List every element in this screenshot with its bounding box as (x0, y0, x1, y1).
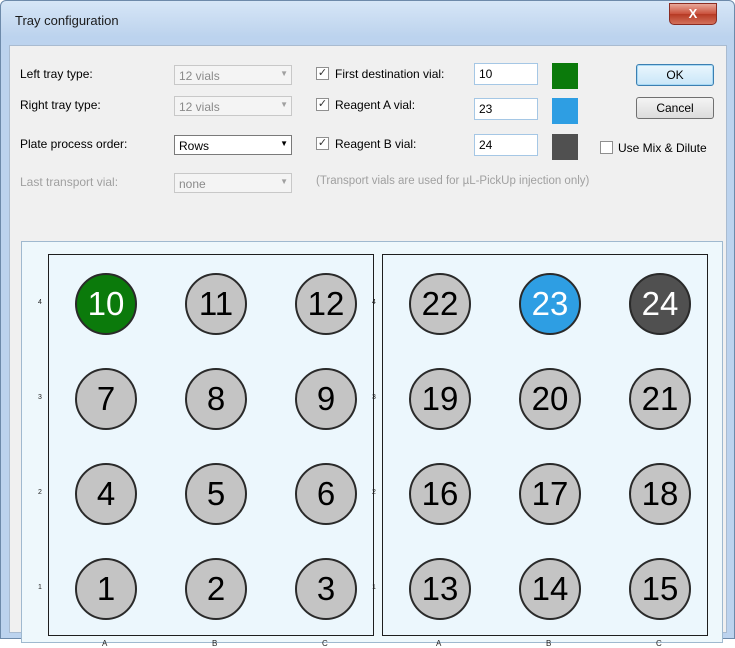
transport-note: (Transport vials are used for µL-PickUp … (316, 175, 590, 187)
tray-area: 10 11 12 7 8 9 4 5 6 1 2 3 22 23 24 19 20 21 16 17 18 13 14 15… (21, 241, 723, 648)
last-transport-vial-value: none (179, 177, 206, 191)
chevron-down-icon: ▼ (280, 69, 288, 78)
left-tray-row-label: 4 (38, 299, 42, 306)
vial-5[interactable]: 5 (185, 463, 247, 525)
title-bar[interactable]: Tray configuration X (1, 1, 734, 41)
vial-15[interactable]: 15 (629, 558, 691, 620)
vial-13[interactable]: 13 (409, 558, 471, 620)
tray-configuration-dialog: Tray configuration X Left tray type: 12 … (0, 0, 735, 648)
vial-9[interactable]: 9 (295, 368, 357, 430)
chevron-down-icon: ▼ (280, 100, 288, 109)
vial-7[interactable]: 7 (75, 368, 137, 430)
reagent-a-color-swatch[interactable] (552, 98, 578, 124)
right-tray-column-label: C (656, 639, 662, 648)
vial-11[interactable]: 11 (185, 273, 247, 335)
first-destination-input[interactable]: 10 (474, 63, 538, 85)
first-destination-checkbox[interactable]: ✓ (316, 67, 329, 80)
cancel-button[interactable]: Cancel (636, 97, 714, 119)
vial-18[interactable]: 18 (629, 463, 691, 525)
left-tray-row-label: 2 (38, 489, 42, 496)
chevron-down-icon: ▼ (280, 177, 288, 186)
vial-24[interactable]: 24 (629, 273, 691, 335)
left-tray-type-select[interactable]: 12 vials ▼ (174, 65, 292, 85)
right-tray-type-label: Right tray type: (20, 98, 101, 112)
vial-8[interactable]: 8 (185, 368, 247, 430)
right-tray-row-label: 1 (372, 584, 376, 591)
first-destination-color-swatch[interactable] (552, 63, 578, 89)
right-tray-row-label: 3 (372, 394, 376, 401)
right-tray-type-select[interactable]: 12 vials ▼ (174, 96, 292, 116)
vial-1[interactable]: 1 (75, 558, 137, 620)
vial-17[interactable]: 17 (519, 463, 581, 525)
vial-10[interactable]: 10 (75, 273, 137, 335)
plate-process-order-select[interactable]: Rows ▼ (174, 135, 292, 155)
ok-button[interactable]: OK (636, 64, 714, 86)
left-tray-row-label: 1 (38, 584, 42, 591)
reagent-b-label: Reagent B vial: (335, 137, 417, 151)
vial-19[interactable]: 19 (409, 368, 471, 430)
left-tray-column-label: A (102, 639, 108, 648)
close-button[interactable]: X (669, 3, 717, 25)
vial-22[interactable]: 22 (409, 273, 471, 335)
dialog-body: Left tray type: 12 vials ▼ Right tray ty… (9, 45, 727, 648)
plate-process-order-value: Rows (179, 139, 210, 153)
vial-4[interactable]: 4 (75, 463, 137, 525)
use-mix-dilute-checkbox[interactable] (600, 141, 613, 154)
left-tray-type-value: 12 vials (179, 69, 220, 83)
right-tray-type-value: 12 vials (179, 100, 220, 114)
right-tray-column-label: A (436, 639, 442, 648)
vial-21[interactable]: 21 (629, 368, 691, 430)
reagent-a-checkbox[interactable]: ✓ (316, 98, 329, 111)
vial-20[interactable]: 20 (519, 368, 581, 430)
left-tray-row-label: 3 (38, 394, 42, 401)
chevron-down-icon: ▼ (280, 139, 288, 148)
last-transport-vial-label: Last transport vial: (20, 175, 119, 189)
left-tray-type-label: Left tray type: (20, 67, 93, 81)
last-transport-vial-select[interactable]: none ▼ (174, 173, 292, 193)
first-destination-label: First destination vial: (335, 67, 445, 81)
left-tray-column-label: C (322, 639, 328, 648)
left-tray-column-label: B (212, 639, 218, 648)
reagent-b-input[interactable]: 24 (474, 134, 538, 156)
right-tray-row-label: 2 (372, 489, 376, 496)
right-tray-column-label: B (546, 639, 552, 648)
vial-3[interactable]: 3 (295, 558, 357, 620)
vial-2[interactable]: 2 (185, 558, 247, 620)
window-title: Tray configuration (15, 13, 119, 28)
right-tray-row-label: 4 (372, 299, 376, 306)
use-mix-dilute-label: Use Mix & Dilute (618, 141, 707, 155)
vial-6[interactable]: 6 (295, 463, 357, 525)
vial-23[interactable]: 23 (519, 273, 581, 335)
reagent-b-color-swatch[interactable] (552, 134, 578, 160)
vial-16[interactable]: 16 (409, 463, 471, 525)
vial-12[interactable]: 12 (295, 273, 357, 335)
reagent-b-checkbox[interactable]: ✓ (316, 137, 329, 150)
left-tray: 10 11 12 7 8 9 4 5 6 1 2 3 (48, 254, 374, 636)
right-tray: 22 23 24 19 20 21 16 17 18 13 14 15 (382, 254, 708, 636)
plate-process-order-label: Plate process order: (20, 137, 128, 151)
reagent-a-input[interactable]: 23 (474, 98, 538, 120)
reagent-a-label: Reagent A vial: (335, 98, 416, 112)
vial-14[interactable]: 14 (519, 558, 581, 620)
